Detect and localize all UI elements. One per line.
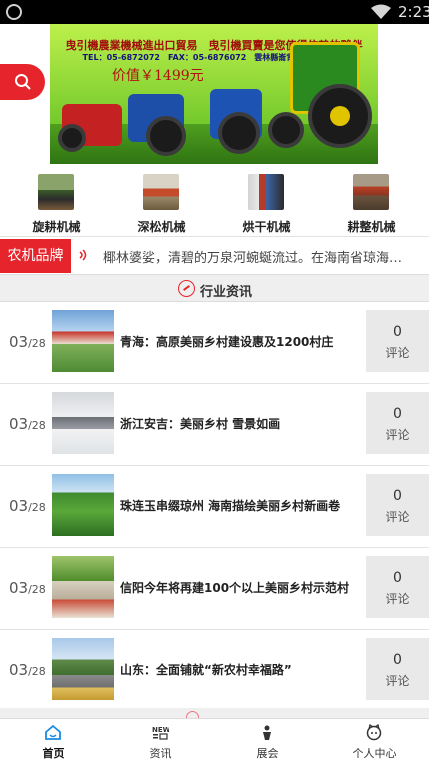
subsoiler-photo-icon: [143, 174, 179, 210]
news-item[interactable]: 03/28 青海：高原美丽乡村建设惠及1200村庄 0 评论: [0, 302, 429, 384]
news-item[interactable]: 03/28 信阳今年将再建100个以上美丽乡村示范村 0 评论: [0, 548, 429, 630]
news-ticker-text[interactable]: 椰林婆娑，清碧的万泉河蜿蜒流过。在海南省琼海市...: [103, 247, 403, 266]
comment-counter[interactable]: 0 评论: [366, 556, 429, 618]
tab-news[interactable]: NEW 资讯: [107, 719, 214, 762]
search-icon: [15, 74, 31, 90]
svg-text:NEW: NEW: [152, 726, 169, 734]
news-title: 青海：高原美丽乡村建设惠及1200村庄: [120, 335, 334, 349]
home-icon: [45, 724, 61, 740]
brand-tag-button[interactable]: 农机品牌: [0, 239, 71, 273]
profile-icon: [366, 724, 382, 741]
status-time: 2:23: [398, 3, 429, 21]
news-date: 03/28: [9, 497, 46, 515]
news-title: 山东：全面铺就“新农村幸福路”: [120, 663, 292, 677]
news-date: 03/28: [9, 579, 46, 597]
search-button[interactable]: [0, 64, 45, 100]
news-item[interactable]: 03/28 珠连玉串缀琼州 海南描绘美丽乡村新画卷 0 评论: [0, 466, 429, 548]
news-thumbnail: [52, 638, 114, 700]
news-item[interactable]: 03/28 山东：全面铺就“新农村幸福路” 0 评论: [0, 630, 429, 708]
section-header: 行业资讯: [0, 274, 429, 302]
tab-exhibition[interactable]: 展会: [214, 719, 321, 762]
next-section-peek: [0, 708, 429, 724]
comment-counter[interactable]: 0 评论: [366, 392, 429, 454]
tab-profile[interactable]: 个人中心: [321, 719, 428, 762]
banner-price: 价值￥1499元: [112, 68, 204, 84]
news-icon: NEW: [152, 726, 169, 740]
bottom-tab-bar: 首页 NEW 资讯 展会 个人中心: [0, 718, 429, 762]
tractor-banner-image[interactable]: 曳引機農業機械進出口貿易 曳引機買賣是您值得信賴的夥伴 TEL：05-68720…: [50, 24, 378, 164]
speaker-icon: [79, 249, 87, 261]
news-thumbnail: [52, 310, 114, 372]
news-item[interactable]: 03/28 浙江安吉：美丽乡村 雪景如画 0 评论: [0, 384, 429, 466]
category-rotary-tiller[interactable]: 旋耕机械: [3, 170, 110, 236]
comment-counter[interactable]: 0 评论: [366, 638, 429, 700]
news-list: 03/28 青海：高原美丽乡村建设惠及1200村庄 0 评论 03/28 浙江安…: [0, 302, 429, 708]
news-date: 03/28: [9, 661, 46, 679]
news-title: 信阳今年将再建100个以上美丽乡村示范村: [120, 581, 350, 595]
news-thumbnail: [52, 392, 114, 454]
section-title: 行业资讯: [200, 285, 253, 300]
category-subsoiler[interactable]: 深松机械: [108, 170, 215, 236]
rotary-tiller-photo-icon: [38, 174, 74, 210]
category-tillage[interactable]: 耕整机械: [318, 170, 425, 236]
category-row: 旋耕机械 深松机械 烘干机械 耕整机械: [0, 170, 429, 236]
news-thumbnail: [52, 474, 114, 536]
wifi-icon: [371, 4, 391, 19]
tillage-machine-photo-icon: [353, 174, 389, 210]
comment-counter[interactable]: 0 评论: [366, 474, 429, 536]
news-date: 03/28: [9, 333, 46, 351]
news-title: 浙江安吉：美丽乡村 雪景如画: [120, 417, 281, 431]
notification-circle-icon: [6, 4, 22, 20]
dryer-photo-icon: [248, 174, 284, 210]
category-dryer[interactable]: 烘干机械: [213, 170, 320, 236]
tab-home[interactable]: 首页: [0, 719, 107, 762]
news-date: 03/28: [9, 415, 46, 433]
tag-icon: [178, 280, 195, 297]
news-thumbnail: [52, 556, 114, 618]
status-bar: 2:23: [0, 0, 429, 24]
banner[interactable]: 曳引機農業機械進出口貿易 曳引機買賣是您值得信賴的夥伴 TEL：05-68720…: [0, 24, 429, 166]
exhibition-icon: [263, 725, 271, 740]
brand-ticker-bar: 农机品牌 椰林婆娑，清碧的万泉河蜿蜒流过。在海南省琼海市...: [0, 236, 429, 274]
news-title: 珠连玉串缀琼州 海南描绘美丽乡村新画卷: [120, 499, 341, 513]
comment-counter[interactable]: 0 评论: [366, 310, 429, 372]
